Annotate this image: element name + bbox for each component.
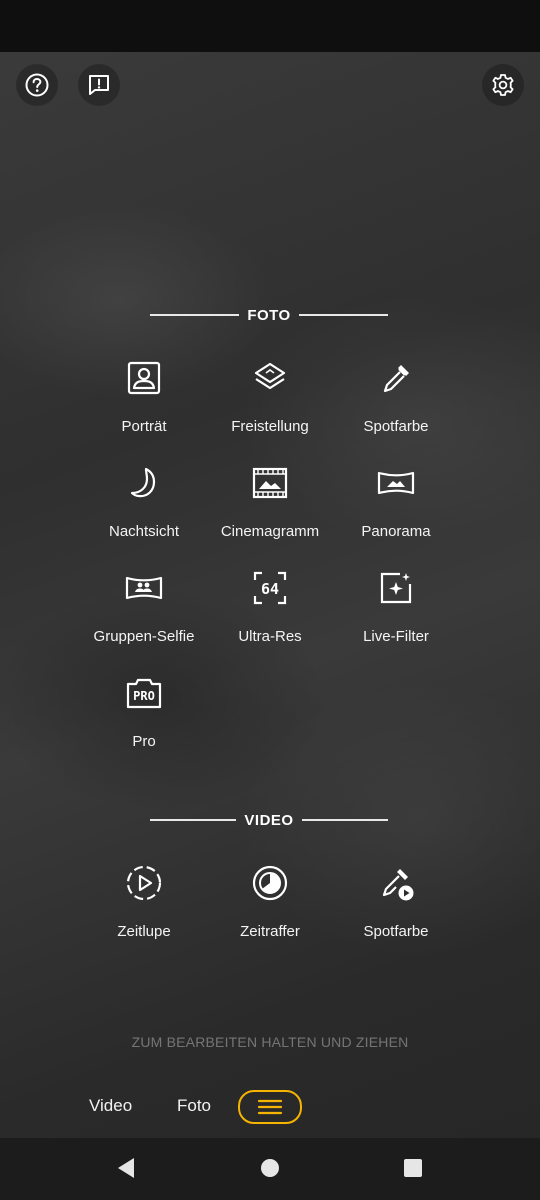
slow-motion-icon — [124, 863, 164, 903]
mode-label: Zeitlupe — [117, 923, 171, 940]
panorama-icon — [376, 463, 416, 503]
mode-spot-color[interactable]: Spotfarbe — [333, 358, 459, 448]
mode-label: Spotfarbe — [363, 418, 429, 435]
mode-slow-motion[interactable]: Zeitlupe — [81, 863, 207, 953]
question-circle-icon — [25, 73, 49, 97]
feedback-icon — [89, 75, 109, 95]
foto-section-title: FOTO — [150, 305, 389, 325]
help-button[interactable] — [16, 64, 58, 106]
live-filter-icon — [376, 568, 416, 608]
mode-portrait[interactable]: Porträt — [81, 358, 207, 448]
portrait-icon — [124, 358, 164, 398]
mode-label: Pro — [132, 733, 156, 750]
mode-label: Porträt — [121, 418, 167, 435]
settings-button[interactable] — [482, 64, 524, 106]
group-selfie-icon — [124, 568, 164, 608]
mode-label: Freistellung — [231, 418, 309, 435]
eyedropper-video-icon — [376, 863, 416, 903]
video-section-label: VIDEO — [244, 811, 294, 829]
svg-text:PRO: PRO — [133, 689, 155, 703]
mode-label: Cinemagramm — [220, 523, 320, 540]
mode-night-vision[interactable]: Nachtsicht — [81, 463, 207, 553]
back-button[interactable] — [114, 1156, 138, 1180]
mode-label: Gruppen-Selfie — [93, 628, 195, 645]
mode-label: Panorama — [361, 523, 431, 540]
layers-cutout-icon — [250, 358, 290, 398]
mode-timelapse[interactable]: Zeitraffer — [207, 863, 333, 953]
moon-icon — [124, 463, 164, 503]
gear-icon — [492, 74, 514, 96]
foto-section-label: FOTO — [247, 306, 291, 324]
mode-cinemagraph[interactable]: Cinemagramm — [207, 463, 333, 553]
film-icon — [250, 463, 290, 503]
eyedropper-icon — [376, 358, 416, 398]
recents-icon — [404, 1159, 422, 1177]
mode-label: Spotfarbe — [363, 923, 429, 940]
mode-label: Ultra-Res — [238, 628, 302, 645]
ultra-res-64-icon: 64 — [250, 568, 290, 608]
status-bar — [0, 0, 540, 52]
mode-label: Nachtsicht — [108, 523, 180, 540]
menu-icon — [257, 1099, 283, 1115]
mode-spot-color-video[interactable]: Spotfarbe — [333, 863, 459, 953]
tab-more-modes[interactable] — [238, 1090, 302, 1124]
home-button[interactable] — [258, 1156, 282, 1180]
mode-panorama[interactable]: Panorama — [333, 463, 459, 553]
mode-ultra-res[interactable]: 64 Ultra-Res — [207, 568, 333, 658]
video-section-title: VIDEO — [150, 810, 388, 830]
mode-label: Live-Filter — [363, 628, 429, 645]
recents-button[interactable] — [401, 1156, 425, 1180]
tab-video[interactable]: Video — [89, 1096, 132, 1116]
home-icon — [261, 1159, 279, 1177]
mode-label: Zeitraffer — [240, 923, 300, 940]
mode-group-selfie[interactable]: Gruppen-Selfie — [81, 568, 207, 658]
tab-foto[interactable]: Foto — [177, 1096, 211, 1116]
timelapse-icon — [250, 863, 290, 903]
mode-pro[interactable]: PRO Pro — [81, 673, 207, 763]
back-icon — [118, 1158, 134, 1178]
mode-cutout[interactable]: Freistellung — [207, 358, 333, 448]
mode-live-filter[interactable]: Live-Filter — [333, 568, 459, 658]
edit-hint-text: ZUM BEARBEITEN HALTEN UND ZIEHEN — [131, 1034, 409, 1050]
pro-icon: PRO — [124, 673, 164, 713]
svg-text:64: 64 — [261, 580, 279, 598]
feedback-button[interactable] — [78, 64, 120, 106]
